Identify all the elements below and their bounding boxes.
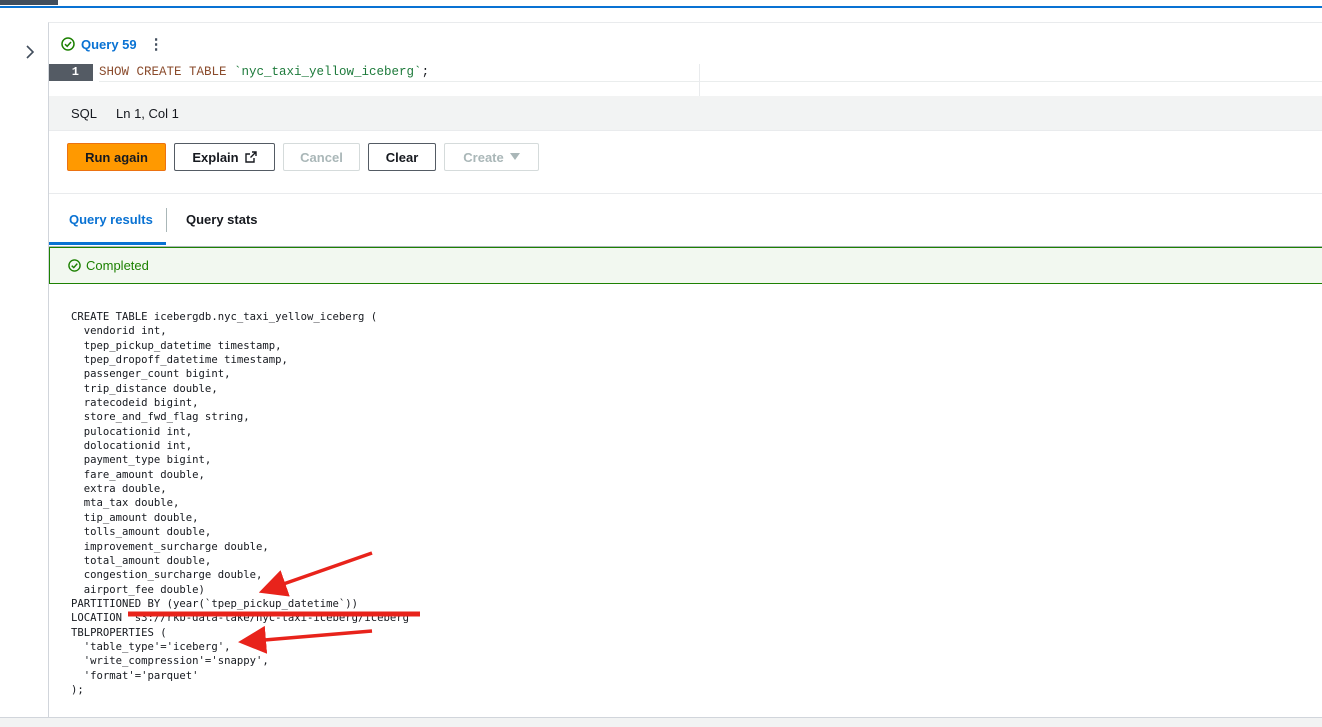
result-line: tpep_pickup_datetime timestamp, — [83, 339, 282, 352]
result-line: congestion_surcharge double, — [83, 569, 263, 582]
sql-identifier: `nyc_taxi_yellow_iceberg` — [234, 65, 422, 79]
results-tabs: Query results Query stats — [49, 194, 1322, 247]
query-tab-label: Query 59 — [81, 36, 137, 52]
sidebar-toggle-column — [0, 8, 48, 718]
result-line: payment_type bigint, — [83, 454, 212, 467]
result-line: tip_amount double, — [83, 511, 199, 524]
check-circle-icon — [68, 259, 81, 272]
result-line: tolls_amount double, — [83, 526, 212, 539]
more-vertical-icon[interactable]: ⋮ — [149, 35, 164, 53]
line-number: 1 — [71, 65, 79, 79]
result-line: passenger_count bigint, — [83, 368, 231, 381]
code-line[interactable]: SHOW CREATE TABLE `nyc_taxi_yellow_icebe… — [99, 64, 429, 81]
editor-line-divider — [99, 81, 1322, 82]
cancel-button[interactable]: Cancel — [283, 143, 360, 171]
tab-query-stats[interactable]: Query stats — [186, 212, 258, 227]
result-line: 'table_type'='iceberg', — [83, 640, 231, 653]
query-results-output: CREATE TABLE icebergdb.nyc_taxi_yellow_i… — [71, 310, 409, 697]
result-line: improvement_surcharge double, — [83, 540, 269, 553]
status-text: Completed — [86, 258, 149, 273]
result-line: store_and_fwd_flag string, — [83, 411, 250, 424]
print-margin — [699, 64, 700, 96]
external-link-icon — [244, 151, 257, 163]
editor-status-bar: SQL Ln 1, Col 1 — [49, 96, 1322, 131]
clear-button[interactable]: Clear — [368, 143, 436, 171]
run-again-button[interactable]: Run again — [67, 143, 166, 171]
sql-terminator: ; — [421, 65, 430, 79]
explain-label: Explain — [192, 149, 239, 165]
line-number-gutter: 1 — [49, 64, 93, 81]
query-panel: Query 59 ⋮ 1 SHOW CREATE TABLE `nyc_taxi… — [48, 22, 1322, 719]
sql-editor[interactable]: 1 SHOW CREATE TABLE `nyc_taxi_yellow_ice… — [49, 64, 1322, 97]
result-line: airport_fee double) — [83, 583, 205, 596]
result-line: LOCATION 's3://rkb-data-lake/nyc-taxi-ic… — [71, 612, 410, 625]
query-tab-bar: Query 59 ⋮ — [49, 23, 1322, 63]
cursor-position: Ln 1, Col 1 — [116, 106, 179, 121]
result-line: ratecodeid bigint, — [83, 397, 199, 410]
result-line: tpep_dropoff_datetime timestamp, — [83, 354, 288, 367]
top-accent-bar — [0, 0, 1322, 8]
sql-keywords: SHOW CREATE TABLE — [99, 65, 235, 79]
cancel-label: Cancel — [300, 149, 343, 165]
result-line: total_amount double, — [83, 554, 212, 567]
result-line: dolocationid int, — [83, 440, 193, 453]
result-line: CREATE TABLE icebergdb.nyc_taxi_yellow_i… — [71, 311, 378, 323]
create-button[interactable]: Create — [444, 143, 539, 171]
result-line: trip_distance double, — [83, 382, 218, 395]
result-line: mta_tax double, — [83, 497, 180, 510]
result-line: TBLPROPERTIES ( — [71, 626, 167, 639]
explain-button[interactable]: Explain — [174, 143, 275, 171]
check-circle-icon — [61, 37, 75, 51]
language-indicator: SQL — [71, 106, 98, 121]
result-line: pulocationid int, — [83, 425, 193, 438]
clear-label: Clear — [385, 149, 419, 165]
tab-query[interactable]: Query 59 ⋮ — [61, 33, 164, 55]
result-line: 'format'='parquet' — [83, 669, 199, 682]
result-line: ); — [71, 683, 84, 696]
run-again-label: Run again — [85, 149, 148, 165]
top-tab-marker — [0, 0, 58, 5]
result-line: PARTITIONED BY (year(`tpep_pickup_dateti… — [71, 597, 359, 610]
tab-separator — [166, 208, 167, 232]
result-line: fare_amount double, — [83, 468, 205, 481]
chevron-right-icon[interactable] — [22, 44, 38, 60]
result-line: extra double, — [83, 483, 167, 496]
action-button-row: Run again Explain Cancel Clear Create — [49, 131, 1322, 194]
active-tab-underline — [49, 242, 166, 245]
create-label: Create — [463, 149, 504, 165]
result-line: 'write_compression'='snappy', — [83, 655, 269, 668]
status-banner: Completed — [49, 247, 1322, 284]
result-line: vendorid int, — [83, 325, 167, 338]
tab-query-results[interactable]: Query results — [69, 212, 153, 227]
caret-down-icon — [509, 153, 520, 160]
